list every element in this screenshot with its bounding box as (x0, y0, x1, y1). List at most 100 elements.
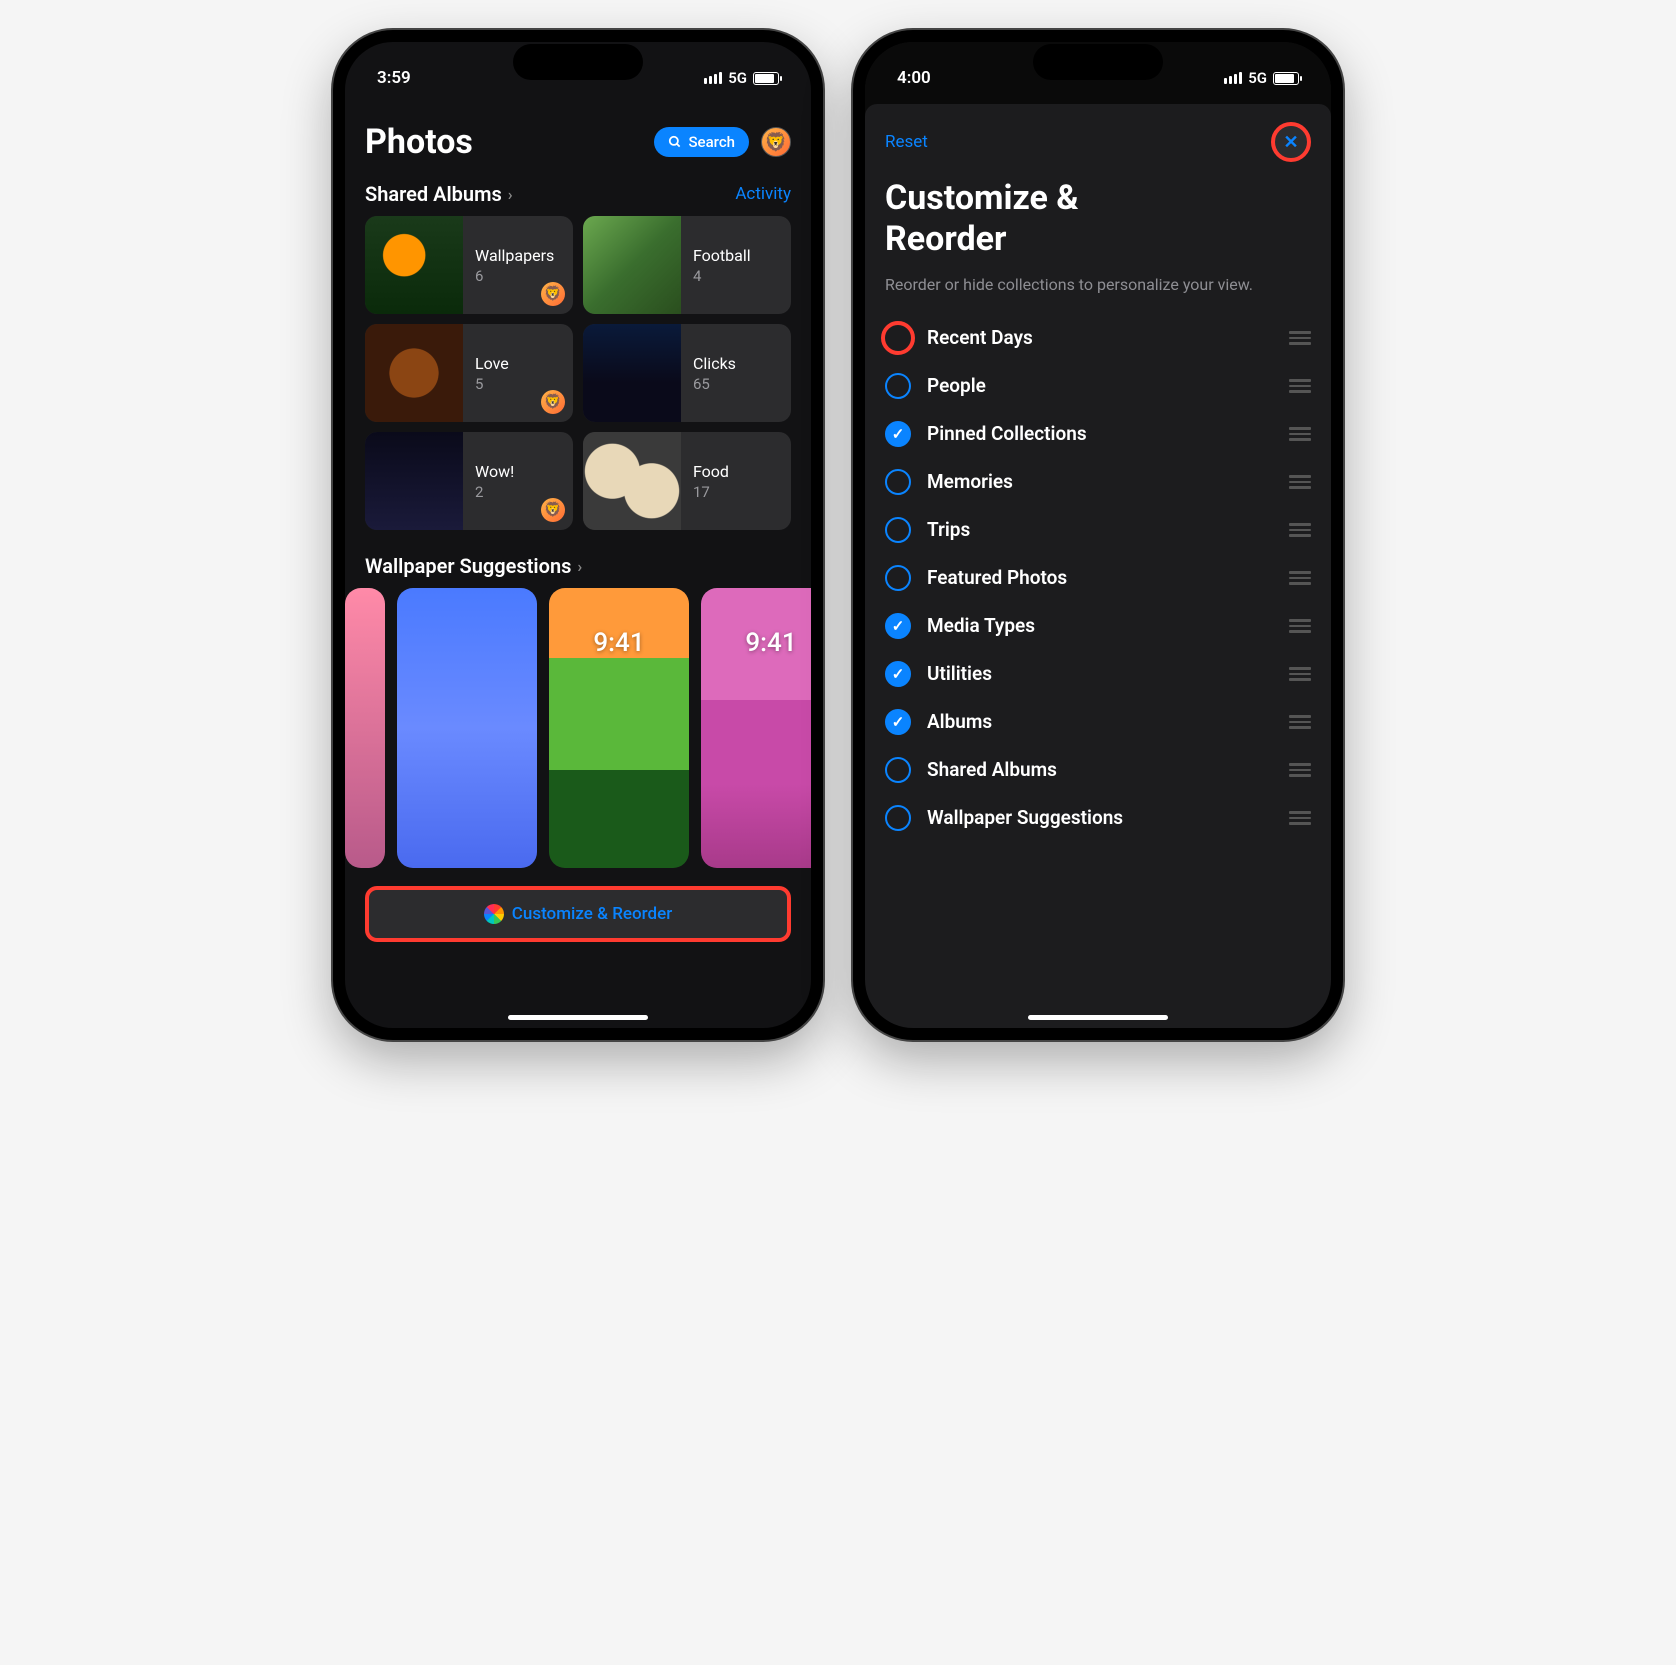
row-label: Albums (927, 710, 1273, 733)
drag-handle-icon[interactable] (1289, 811, 1311, 825)
row-label: Media Types (927, 614, 1273, 637)
shared-albums-title: Shared Albums (365, 182, 502, 206)
drag-handle-icon[interactable] (1289, 379, 1311, 393)
albums-grid: Wallpapers6 🦁 Football 4 Love5 🦁 Clicks 65… (345, 216, 811, 530)
drag-handle-icon[interactable] (1289, 763, 1311, 777)
wallpapers-row[interactable]: 9:41 9:41 (345, 588, 811, 868)
checkbox[interactable] (885, 373, 911, 399)
row-label: Memories (927, 470, 1273, 493)
checkbox[interactable]: ✓ (885, 613, 911, 639)
reorder-row[interactable]: Recent Days (885, 314, 1311, 362)
search-button[interactable]: Search (654, 127, 749, 157)
reorder-row[interactable]: ✓Pinned Collections (885, 410, 1311, 458)
checkbox[interactable]: ✓ (885, 661, 911, 687)
checkmark-icon: ✓ (892, 713, 905, 731)
customize-sheet: Reset ✕ Customize &Reorder Reorder or hi… (865, 104, 1331, 1028)
checkbox[interactable]: ✓ (885, 709, 911, 735)
album-thumbnail (583, 432, 681, 530)
drag-handle-icon[interactable] (1289, 715, 1311, 729)
reorder-row[interactable]: ✓ Albums (885, 698, 1311, 746)
reorder-row[interactable]: People (885, 362, 1311, 410)
checkbox[interactable] (881, 321, 915, 355)
album-name: Wow! (475, 462, 561, 481)
status-right: 5G (704, 69, 779, 87)
wallpaper-section-title: Wallpaper Suggestions (365, 554, 571, 578)
wallpaper-card[interactable] (345, 588, 385, 868)
checkmark-icon: ✓ (892, 425, 905, 443)
album-count: 65 (693, 375, 779, 393)
album-card[interactable]: Wow!2 🦁 (365, 432, 573, 530)
wallpaper-card[interactable]: 9:41 (701, 588, 811, 868)
checkbox[interactable] (885, 565, 911, 591)
signal-icon (704, 72, 722, 84)
network-label: 5G (1248, 69, 1267, 87)
album-thumbnail (365, 324, 463, 422)
album-card[interactable]: Love5 🦁 (365, 324, 573, 422)
album-name: Wallpapers (475, 246, 561, 265)
reorder-list: Recent Days People ✓Pinned Collections Memo… (865, 314, 1331, 842)
home-indicator[interactable] (1028, 1015, 1168, 1020)
checkbox[interactable] (885, 469, 911, 495)
album-card[interactable]: Wallpapers6 🦁 (365, 216, 573, 314)
home-indicator[interactable] (508, 1015, 648, 1020)
drag-handle-icon[interactable] (1289, 619, 1311, 633)
row-label: Featured Photos (927, 566, 1273, 589)
wallpaper-time: 9:41 (593, 628, 644, 658)
reorder-row[interactable]: ✓ Media Types (885, 602, 1311, 650)
reorder-row[interactable]: ✓ Utilities (885, 650, 1311, 698)
album-card[interactable]: Football 4 (583, 216, 791, 314)
signal-icon (1224, 72, 1242, 84)
customize-label: Customize & Reorder (512, 904, 672, 924)
reset-button[interactable]: Reset (885, 132, 928, 152)
profile-avatar[interactable]: 🦁 (761, 127, 791, 157)
album-card[interactable]: Clicks 65 (583, 324, 791, 422)
drag-handle-icon[interactable] (1289, 331, 1311, 345)
reorder-row[interactable]: Featured Photos (885, 554, 1311, 602)
drag-handle-icon[interactable] (1289, 427, 1311, 441)
album-name: Love (475, 354, 561, 373)
wallpaper-card[interactable] (397, 588, 537, 868)
reorder-row[interactable]: Memories (885, 458, 1311, 506)
checkbox[interactable]: ✓ (885, 421, 911, 447)
checkmark-icon: ✓ (892, 617, 905, 635)
sheet-subtitle: Reorder or hide collections to personali… (865, 260, 1331, 314)
wallpaper-suggestions-header[interactable]: Wallpaper Suggestions› (345, 544, 811, 588)
chevron-right-icon: › (508, 185, 513, 204)
reorder-row[interactable]: Shared Albums (885, 746, 1311, 794)
drag-handle-icon[interactable] (1289, 571, 1311, 585)
album-name: Food (693, 462, 779, 481)
drag-handle-icon[interactable] (1289, 667, 1311, 681)
customize-reorder-button[interactable]: Customize & Reorder (365, 886, 791, 942)
owner-avatar: 🦁 (541, 282, 565, 306)
album-thumbnail (365, 432, 463, 530)
wallpaper-card[interactable]: 9:41 (549, 588, 689, 868)
close-button[interactable]: ✕ (1271, 122, 1311, 162)
album-name: Football (693, 246, 779, 265)
page-title: Photos (365, 122, 473, 162)
album-name: Clicks (693, 354, 779, 373)
battery-icon (753, 72, 779, 85)
activity-link[interactable]: Activity (735, 184, 791, 204)
reorder-row[interactable]: Trips (885, 506, 1311, 554)
row-label: Utilities (927, 662, 1273, 685)
album-thumbnail (583, 324, 681, 422)
album-card[interactable]: Food17 (583, 432, 791, 530)
row-label: People (927, 374, 1273, 397)
album-thumbnail (365, 216, 463, 314)
checkbox[interactable] (885, 805, 911, 831)
photos-header: Photos Search 🦁 (345, 96, 811, 172)
drag-handle-icon[interactable] (1289, 523, 1311, 537)
shared-albums-header[interactable]: Shared Albums › Activity (345, 172, 811, 216)
screen-right: 4:00 5G Reset ✕ Customize &Reorder Reord… (865, 42, 1331, 1028)
album-count: 4 (693, 267, 779, 285)
reorder-row[interactable]: Wallpaper Suggestions (885, 794, 1311, 842)
wallpaper-time: 9:41 (745, 628, 796, 658)
dynamic-island (1033, 44, 1163, 80)
status-time: 3:59 (377, 68, 411, 88)
checkbox[interactable] (885, 517, 911, 543)
phone-left: 3:59 5G Photos Search 🦁 Shared Albums › A… (333, 30, 823, 1040)
checkbox[interactable] (885, 757, 911, 783)
network-label: 5G (728, 69, 747, 87)
search-label: Search (688, 133, 735, 151)
drag-handle-icon[interactable] (1289, 475, 1311, 489)
